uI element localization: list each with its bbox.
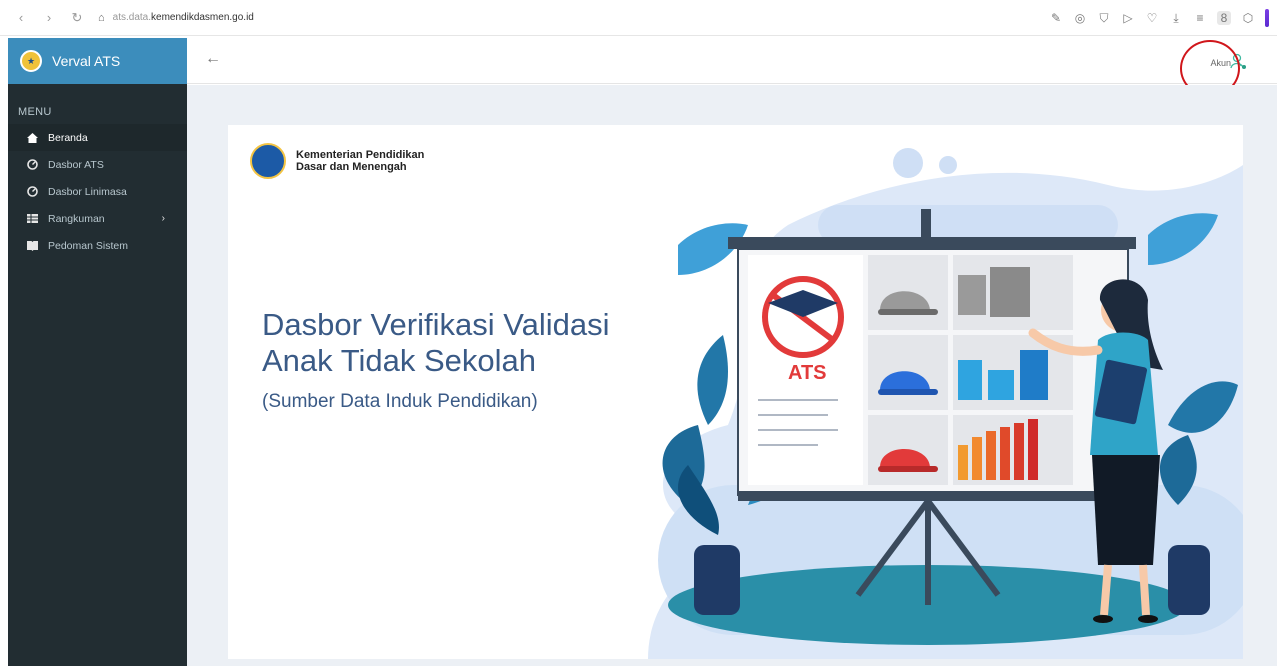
sidebar-item-label: Beranda	[48, 131, 88, 144]
heart-icon[interactable]: ♡	[1145, 11, 1159, 25]
ministry-seal-icon	[250, 143, 286, 179]
sidebar-item-beranda[interactable]: Beranda	[8, 124, 187, 151]
browser-extensions: ✎ ◎ ⛉ ▷ ♡ ⤓ ≡ 8 ⬡	[1049, 9, 1269, 27]
reload-icon[interactable]: ↻	[70, 10, 84, 26]
table-icon	[26, 214, 38, 223]
play-icon[interactable]: ▷	[1121, 11, 1135, 25]
sidebar-toggle-icon[interactable]	[1265, 9, 1269, 27]
sidebar-item-label: Dasbor ATS	[48, 158, 104, 171]
forward-browser-icon[interactable]: ›	[42, 10, 56, 25]
sidebar-item-dasbor-ats[interactable]: Dasbor ATS	[8, 151, 187, 178]
board-label: ATS	[788, 362, 827, 384]
sidebar-item-pedoman-sistem[interactable]: Pedoman Sistem	[8, 232, 187, 259]
ministry-name-line1: Kementerian Pendidikan	[296, 149, 425, 161]
sidebar-item-dasbor-linimasa[interactable]: Dasbor Linimasa	[8, 178, 187, 205]
url-domain: kemendikdasmen.go.id	[151, 12, 254, 23]
back-browser-icon[interactable]: ‹	[14, 10, 28, 25]
tut-wuri-logo-icon: ★	[20, 50, 42, 72]
sidebar: ★ Verval ATS MENU Beranda Dasbor ATS Das…	[8, 38, 187, 666]
brand-header[interactable]: ★ Verval ATS	[8, 38, 187, 84]
book-icon	[26, 240, 38, 251]
sidebar-item-rangkuman[interactable]: Rangkuman ›	[8, 205, 187, 232]
banner-subtitle: (Sumber Data Induk Pendidikan)	[262, 391, 538, 412]
banner-title: Dasbor Verifikasi Validasi Anak Tidak Se…	[262, 307, 609, 379]
welcome-banner: ATS Kementerian Pendidikan Dasar dan Men…	[228, 125, 1243, 659]
arrow-left-icon[interactable]: ←	[205, 50, 221, 68]
top-header: ← Akun	[187, 38, 1277, 84]
shield-icon[interactable]: ⛉	[1097, 11, 1111, 25]
browser-nav: ‹ › ↻	[0, 10, 84, 26]
brand-title: Verval ATS	[52, 53, 121, 69]
sidebar-item-label: Pedoman Sistem	[48, 239, 128, 252]
banner-title-line2: Anak Tidak Sekolah	[262, 343, 537, 378]
url-prefix: ats.data.	[112, 12, 152, 23]
dashboard-icon	[26, 159, 38, 170]
browser-toolbar: ‹ › ↻ ⌂ ats.data.kemendikdasmen.go.id ✎ …	[0, 0, 1277, 36]
sidebar-item-label: Dasbor Linimasa	[48, 185, 127, 198]
dashboard-icon	[26, 186, 38, 197]
reading-list-icon[interactable]: ≡	[1193, 11, 1207, 25]
extension-icon[interactable]: ⬡	[1241, 11, 1255, 25]
menu-header: MENU	[18, 106, 52, 118]
site-info-icon[interactable]: ⌂	[98, 12, 105, 24]
chevron-right-icon: ›	[161, 213, 165, 224]
banner-title-line1: Dasbor Verifikasi Validasi	[262, 307, 610, 342]
address-bar[interactable]: ⌂ ats.data.kemendikdasmen.go.id	[98, 12, 254, 24]
download-icon[interactable]: ⤓	[1169, 11, 1183, 25]
sidebar-item-label: Rangkuman	[48, 212, 105, 225]
ministry-logo-block: Kementerian Pendidikan Dasar dan Menenga…	[250, 143, 424, 179]
main-content: ATS Kementerian Pendidikan Dasar dan Men…	[187, 85, 1277, 666]
ministry-name-line2: Dasar dan Menengah	[296, 161, 407, 173]
home-icon	[26, 132, 38, 143]
edit-icon[interactable]: ✎	[1049, 11, 1063, 25]
camera-icon[interactable]: ◎	[1073, 11, 1087, 25]
profile-badge[interactable]: 8	[1217, 11, 1231, 25]
